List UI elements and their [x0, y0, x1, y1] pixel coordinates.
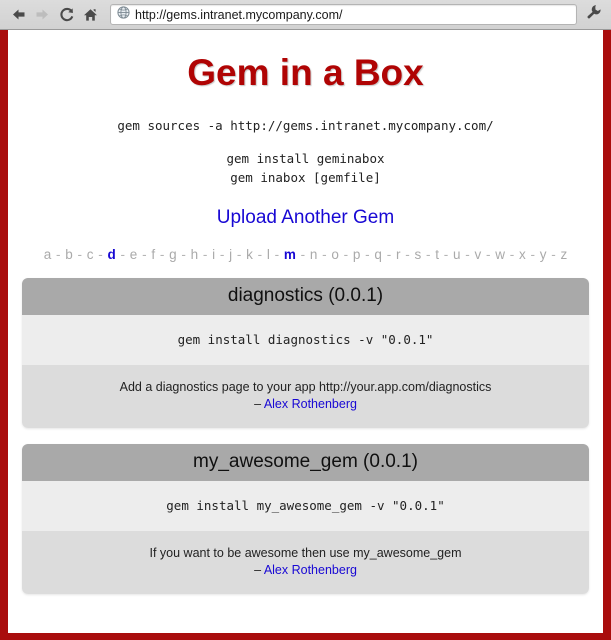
alphabet-separator: -	[318, 247, 331, 262]
alphabet-letter-k: k	[246, 247, 253, 262]
browser-toolbar: http://gems.intranet.mycompany.com/	[0, 0, 611, 30]
forward-arrow-icon	[34, 7, 51, 22]
alphabet-separator: -	[339, 247, 352, 262]
alphabet-separator: -	[73, 247, 86, 262]
alphabet-letter-w: w	[495, 247, 505, 262]
back-button[interactable]	[6, 3, 30, 27]
upload-another-gem-link-top[interactable]: Upload Another Gem	[22, 207, 589, 229]
alphabet-letter-h: h	[190, 247, 199, 262]
alphabet-separator: -	[94, 247, 107, 262]
home-icon	[82, 7, 99, 23]
globe-icon	[117, 5, 130, 24]
alphabet-separator: -	[52, 247, 65, 262]
gem-panel: diagnostics (0.0.1) gem install diagnosti…	[22, 278, 589, 428]
gem-author-line: – Alex Rothenberg	[32, 396, 579, 413]
alphabet-letter-b: b	[65, 247, 73, 262]
gem-author-line: – Alex Rothenberg	[32, 562, 579, 579]
alphabet-separator: -	[382, 247, 395, 262]
forward-button[interactable]	[30, 3, 54, 27]
reload-icon	[58, 7, 75, 23]
alphabet-separator: -	[116, 247, 129, 262]
alphabet-letter-c: c	[86, 247, 94, 262]
alphabet-separator: -	[253, 247, 266, 262]
gem-list: diagnostics (0.0.1) gem install diagnosti…	[22, 278, 589, 594]
alphabet-letter-x: x	[518, 247, 526, 262]
alphabet-letter-o: o	[331, 247, 339, 262]
gem-description-block: Add a diagnostics page to your app http:…	[22, 365, 589, 428]
reload-button[interactable]	[54, 3, 78, 27]
gem-author-link[interactable]: Alex Rothenberg	[264, 563, 357, 577]
alphabet-separator: -	[461, 247, 474, 262]
wrench-icon	[586, 4, 602, 25]
alphabet-separator: -	[216, 247, 229, 262]
alphabet-separator: -	[177, 247, 190, 262]
alphabet-separator: -	[505, 247, 518, 262]
page-body: Gem in a Box gem sources -a http://gems.…	[0, 30, 611, 640]
alphabet-letter-m[interactable]: m	[284, 247, 296, 262]
gem-description-text: Add a diagnostics page to your app http:…	[119, 380, 492, 394]
alphabet-letter-q: q	[374, 247, 382, 262]
alphabet-separator: -	[138, 247, 151, 262]
alphabet-separator: -	[422, 247, 435, 262]
gem-install-command: gem install diagnostics -v "0.0.1"	[22, 315, 589, 365]
install-command-line: gem install geminabox	[226, 151, 385, 166]
gem-description-text: If you want to be awesome then use my_aw…	[149, 546, 462, 560]
alphabet-letter-z: z	[560, 247, 568, 262]
alphabet-separator: -	[270, 247, 283, 262]
gem-author-link[interactable]: Alex Rothenberg	[264, 397, 357, 411]
upload-another-gem-link-bottom[interactable]: Upload Another Gem	[22, 631, 589, 633]
gem-panel-header: my_awesome_gem (0.0.1)	[22, 444, 589, 481]
alphabet-separator: -	[439, 247, 452, 262]
alphabet-separator: -	[482, 247, 495, 262]
gem-description-block: If you want to be awesome then use my_aw…	[22, 531, 589, 594]
alphabet-separator: -	[401, 247, 414, 262]
alphabet-letter-g: g	[169, 247, 177, 262]
gem-author-dash: –	[254, 563, 264, 577]
instructions-spacer	[22, 135, 589, 149]
alphabet-separator: -	[156, 247, 169, 262]
alphabet-nav: a - b - c - d - e - f - g - h - i - j - …	[22, 247, 589, 262]
alphabet-separator: -	[361, 247, 374, 262]
alphabet-separator: -	[526, 247, 539, 262]
inabox-command-line: gem inabox [gemfile]	[230, 170, 381, 185]
back-arrow-icon	[10, 7, 27, 22]
gem-panel-header: diagnostics (0.0.1)	[22, 278, 589, 315]
gem-author-dash: –	[254, 397, 264, 411]
page-title: Gem in a Box	[187, 52, 424, 93]
browser-menu-button[interactable]	[583, 3, 605, 27]
alphabet-separator: -	[199, 247, 212, 262]
address-bar[interactable]: http://gems.intranet.mycompany.com/	[110, 4, 577, 25]
address-bar-url[interactable]: http://gems.intranet.mycompany.com/	[135, 8, 343, 22]
alphabet-separator: -	[296, 247, 309, 262]
alphabet-separator: -	[547, 247, 560, 262]
gem-panel: my_awesome_gem (0.0.1) gem install my_awe…	[22, 444, 589, 594]
instructions-block: gem sources -a http://gems.intranet.myco…	[22, 116, 589, 187]
alphabet-letter-d[interactable]: d	[108, 247, 116, 262]
gem-install-command: gem install my_awesome_gem -v "0.0.1"	[22, 481, 589, 531]
source-command-line: gem sources -a http://gems.intranet.myco…	[117, 118, 494, 133]
home-button[interactable]	[78, 3, 102, 27]
alphabet-separator: -	[233, 247, 246, 262]
